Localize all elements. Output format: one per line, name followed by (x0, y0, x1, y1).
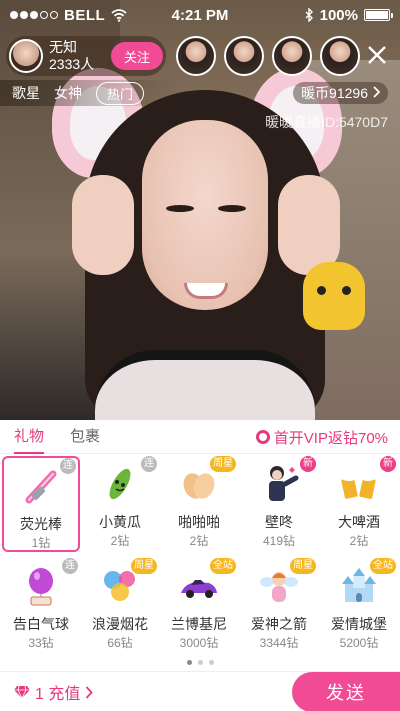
gift-price: 2钻 (349, 534, 369, 548)
gift-name: 壁咚 (265, 514, 293, 530)
streamer-eye (218, 205, 246, 212)
tab-backpack[interactable]: 包裹 (70, 420, 100, 454)
signal-strength-icon (10, 11, 58, 19)
gift-name: 爱情城堡 (331, 616, 387, 632)
vip-ring-icon (255, 430, 270, 444)
battery-icon (364, 9, 393, 21)
room-id: 暖暖直播ID:5470D7 (265, 114, 388, 130)
gift-badge: 连 (62, 558, 78, 574)
coin-balance-label: 暖币91296 (301, 85, 368, 101)
diamond-icon (14, 685, 30, 699)
gift-badge: 周星 (131, 558, 157, 574)
vip-promo-text: 首开VIP返钻70% (273, 429, 388, 447)
streamer-face (142, 120, 268, 310)
gift-badge: 全站 (370, 558, 396, 574)
page-dot[interactable] (197, 660, 203, 665)
bluetooth-icon (305, 8, 313, 22)
audience-avatar-list (176, 36, 360, 76)
gift-item[interactable]: 连告白气球 33钻 (2, 558, 80, 654)
recharge-link[interactable]: 1 充值 (14, 672, 94, 711)
gift-name: 啪啪啪 (178, 514, 220, 530)
gift-badge: 周星 (290, 558, 316, 574)
gift-badge: 周星 (210, 456, 236, 472)
audience-avatar[interactable] (320, 36, 360, 76)
gift-price: 1钻 (31, 536, 51, 550)
gift-badge: 新 (380, 456, 396, 472)
audience-avatar[interactable] (224, 36, 264, 76)
coin-balance[interactable]: 暖币91296 (293, 82, 388, 104)
send-gift-button[interactable]: 发送 (292, 672, 400, 711)
gift-item[interactable]: 连小黄瓜 2钻 (81, 456, 159, 552)
gift-price: 419钻 (262, 534, 296, 548)
gift-badge: 新 (300, 456, 316, 472)
status-bar: BELL 4:21 PM 100% (0, 0, 400, 30)
streamer-hand-right (278, 175, 340, 275)
page-dot[interactable] (208, 660, 214, 665)
vip-promo-link[interactable]: 首开VIP返钻70% (255, 420, 388, 454)
beer-mugs-icon (339, 464, 379, 504)
host-info-card[interactable]: 无知 2333人 关注 (6, 36, 166, 76)
gift-price: 33钻 (28, 636, 54, 650)
gift-item[interactable]: 周星爱神之箭 3344钻 (240, 558, 318, 654)
streamer-hand-left (72, 175, 134, 275)
tag-label: 歌星 (12, 85, 40, 101)
plush-toy (303, 262, 365, 330)
gift-name: 浪漫烟花 (92, 616, 148, 632)
gift-price: 3344钻 (259, 636, 299, 650)
tab-gifts[interactable]: 礼物 (14, 420, 45, 454)
gift-price: 3000钻 (179, 636, 219, 650)
gift-item[interactable]: 周星浪漫烟花 66钻 (81, 558, 159, 654)
chevron-right-icon (86, 685, 94, 699)
glowstick-icon (23, 466, 63, 506)
streamer-shirt (95, 350, 315, 420)
gift-item[interactable]: 全站爱情城堡 5200钻 (320, 558, 398, 654)
gift-badge: 全站 (210, 558, 236, 574)
gift-name: 兰博基尼 (171, 616, 227, 632)
wifi-icon (111, 9, 127, 22)
recharge-label: 1 充值 (35, 686, 81, 703)
gift-name: 小黄瓜 (99, 514, 141, 530)
viewer-count: 2333人 (49, 56, 95, 72)
gift-item[interactable]: 周星啪啪啪 2钻 (160, 456, 238, 552)
close-icon[interactable] (364, 44, 390, 70)
gift-panel: 礼物 包裹 首开VIP返钻70% 连荧光棒 1钻连小黄瓜 2钻 周星 啪啪啪 2钻新壁咚 4… (0, 420, 400, 711)
gift-item[interactable]: 新大啤酒 2钻 (320, 456, 398, 552)
host-name: 无知 (49, 39, 77, 55)
audience-avatar[interactable] (176, 36, 216, 76)
gift-item[interactable]: 新壁咚 419钻 (240, 456, 318, 552)
chevron-right-icon (372, 85, 381, 101)
gift-badge: 连 (141, 456, 157, 472)
gift-name: 大啤酒 (338, 514, 380, 530)
page-indicator (0, 660, 400, 665)
love-balloon-icon (21, 566, 61, 606)
kabedon-man-icon (259, 464, 299, 504)
tag-label: 女神 (54, 85, 82, 101)
gift-panel-footer: 1 充值 发送 (0, 671, 400, 711)
gift-name: 荧光棒 (20, 516, 62, 532)
audience-avatar[interactable] (272, 36, 312, 76)
host-avatar[interactable] (9, 39, 43, 73)
host-tags: 歌星 女神 热门 (0, 80, 180, 106)
gift-item[interactable]: 连荧光棒 1钻 (2, 456, 80, 552)
cucumber-icon (100, 464, 140, 504)
gift-price: 2钻 (110, 534, 130, 548)
gift-price: 66钻 (107, 636, 133, 650)
hot-tag[interactable]: 热门 (96, 81, 145, 105)
gift-price: 2钻 (189, 534, 209, 548)
gift-panel-tabs: 礼物 包裹 首开VIP返钻70% (0, 420, 400, 454)
gift-name: 告白气球 (13, 616, 69, 632)
battery-percent: 100% (319, 6, 358, 24)
follow-button[interactable]: 关注 (111, 42, 163, 70)
gift-name: 爱神之箭 (251, 616, 307, 632)
gift-item[interactable]: 全站兰博基尼 3000钻 (160, 558, 238, 654)
carrier-name: BELL (64, 6, 106, 24)
streamer-eye (166, 205, 194, 212)
page-dot[interactable] (186, 660, 192, 665)
gift-price: 5200钻 (339, 636, 379, 650)
gift-badge: 连 (60, 458, 76, 474)
